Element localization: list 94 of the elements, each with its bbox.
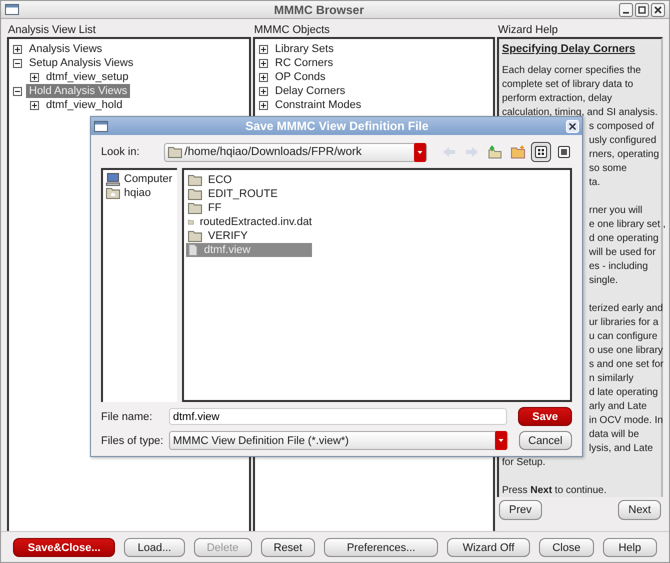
help-text: arly and Late [589,400,647,414]
action-button[interactable]: Reset [260,538,316,557]
help-text: complete set of library data to [502,78,634,92]
folder-icon [188,202,202,214]
help-text: in OCV mode. In [589,414,663,428]
file-item[interactable]: FF [186,201,312,215]
help-text: terized early and [589,302,663,316]
look-in-dropdown[interactable]: /home/hqiao/Downloads/FPR/work [164,142,427,162]
tree-item[interactable]: RC Corners [272,56,336,70]
look-in-label: Look in: [101,146,140,158]
file-type-label: Files of type: [101,434,163,446]
computer-icon [106,172,120,186]
file-item[interactable]: EDIT_ROUTE [186,187,312,201]
tree-item[interactable]: dtmf_view_setup [43,70,132,84]
tree-expander-icon[interactable] [13,58,22,68]
tree-expander-icon[interactable] [13,44,22,54]
help-text: lysis, and Late [589,442,653,456]
tree-expander-icon[interactable] [259,86,268,96]
file-name-field[interactable]: dtmf.view [169,408,508,425]
nav-button[interactable]: Prev [499,500,542,520]
tree-expander-icon[interactable] [259,72,268,82]
file-item[interactable]: ECO [186,173,312,187]
action-button[interactable]: Help [602,538,658,557]
save-button[interactable]: Save [518,407,572,426]
pane-label: MMMC Objects [253,23,331,37]
action-button[interactable]: Wizard Off [447,538,530,557]
window-icon [5,4,19,15]
tree-item[interactable]: Constraint Modes [272,98,364,112]
file-item[interactable]: VERIFY [186,229,312,243]
cancel-button[interactable]: Cancel [518,431,572,450]
pane-label: Analysis View List [7,23,97,37]
help-text: data will be [589,428,640,442]
help-text: d one operating [589,232,659,246]
tree-item[interactable]: dtmf_view_hold [43,98,126,112]
action-button[interactable]: Save&Close... [13,538,116,557]
tree-expander-icon[interactable] [259,44,268,54]
help-text: calculation, timing, and SI analysis. [502,106,658,120]
help-text: s composed of [589,120,654,134]
help-text: for Setup. [502,456,546,470]
file-type-dropdown[interactable]: MMMC View Definition File (*.view*) [169,431,508,450]
help-text: u can configure [589,330,658,344]
window-icon [94,120,108,132]
tree-expander-icon[interactable] [30,100,39,110]
file-item[interactable]: routedExtracted.inv.dat [186,215,312,229]
tree-item[interactable]: OP Conds [272,70,329,84]
help-text: e one library set , [589,218,666,232]
tree-item[interactable]: Hold Analysis Views [26,84,130,98]
help-text: Press Next to continue. [502,484,607,498]
tree-item[interactable]: Delay Corners [272,84,348,98]
help-text: usly configured [589,134,656,148]
pane-label: Wizard Help [497,23,559,37]
help-text: d late operating [589,386,658,400]
help-text: perform extraction, delay [502,92,612,106]
tree-expander-icon[interactable] [259,58,268,68]
help-text: rner you will [589,204,642,218]
action-button[interactable]: Load... [124,538,184,557]
help-text: n similarly [589,372,634,386]
tree-expander-icon[interactable] [30,72,39,82]
dialog-title: Save MMMC View Definition File [244,119,430,133]
folder-icon [168,146,182,158]
tree-item[interactable]: Analysis Views [26,42,106,56]
file-name-label: File name: [101,410,154,422]
home-folder-icon [106,187,120,199]
icon-view-icon[interactable] [533,144,549,160]
tree-expander-icon[interactable] [259,100,268,110]
help-text: so some [589,162,627,176]
window-title: MMMC Browser [272,2,365,16]
place-item[interactable]: Computer [124,173,172,185]
help-text: o use one library [589,344,663,358]
maximize-icon[interactable] [635,2,649,16]
action-button[interactable]: Preferences... [324,538,438,557]
help-text: will be used for [589,246,656,260]
place-item[interactable]: hqiao [124,187,151,199]
nav-button[interactable]: Next [618,500,661,520]
tree-item[interactable]: Setup Analysis Views [26,56,136,70]
new-folder-icon[interactable] [510,144,526,160]
help-text: rners, operating [589,148,660,162]
file-icon [188,244,198,256]
help-text: ta. [589,176,600,190]
minimize-icon[interactable] [619,2,633,16]
list-view-icon[interactable] [556,144,572,160]
help-text: ur libraries for a [589,316,658,330]
folder-icon [188,188,202,200]
help-text: Each delay corner specifies the [502,64,641,78]
help-text: single. [589,274,618,288]
close-icon[interactable] [651,2,665,16]
folder-icon [188,174,202,186]
help-heading: Specifying Delay Corners [502,42,636,56]
tree-item[interactable]: Library Sets [272,42,337,56]
action-button[interactable]: Close [539,538,594,557]
help-text: es - including [589,260,648,274]
tree-expander-icon[interactable] [13,86,22,96]
help-text: s and one set for [589,358,664,372]
folder-up-icon[interactable] [487,144,503,160]
